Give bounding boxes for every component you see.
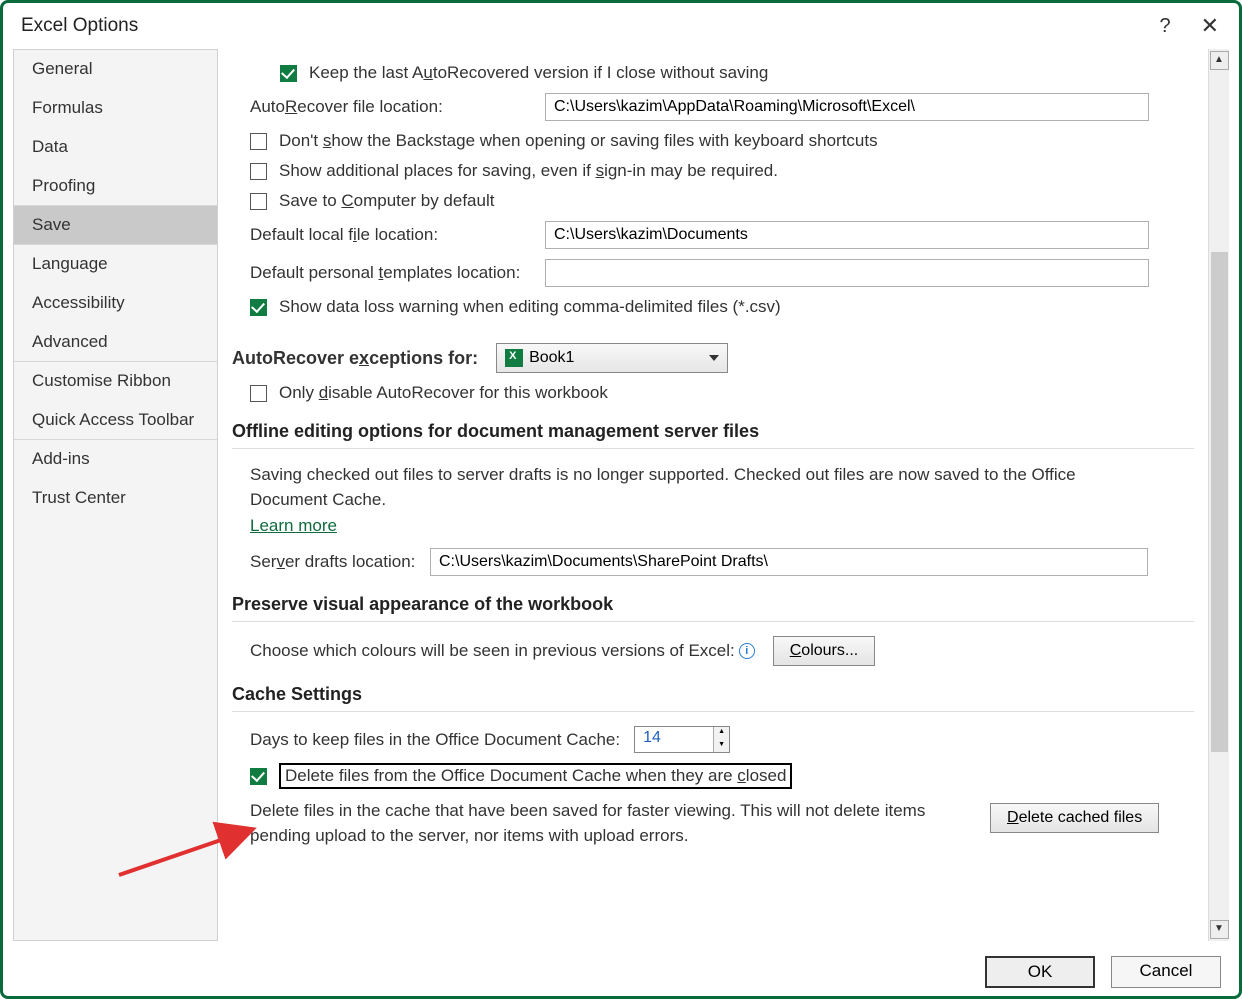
checkbox-save-to-computer[interactable] <box>250 193 267 210</box>
checkbox-delete-cache-on-close[interactable] <box>250 768 267 785</box>
link-learn-more[interactable]: Learn more <box>250 516 337 535</box>
label-default-templates-location: Default personal templates location: <box>250 263 545 283</box>
label-dont-show-backstage: Don't show the Backstage when opening or… <box>279 131 878 151</box>
scroll-track[interactable] <box>1210 72 1229 918</box>
titlebar: Excel Options ? ✕ <box>3 3 1239 49</box>
sidebar-item-formulas[interactable]: Formulas <box>14 89 217 128</box>
sidebar-item-save[interactable]: Save <box>14 206 217 245</box>
label-colours-desc: Choose which colours will be seen in pre… <box>250 641 755 661</box>
label-autorecover-exceptions: AutoRecover exceptions for: <box>232 348 478 369</box>
text-offline-desc: Saving checked out files to server draft… <box>250 463 1150 512</box>
sidebar-item-advanced[interactable]: Advanced <box>14 323 217 362</box>
close-icon[interactable]: ✕ <box>1201 13 1219 39</box>
checkbox-dont-show-backstage[interactable] <box>250 133 267 150</box>
section-offline-editing: Offline editing options for document man… <box>232 421 1194 442</box>
label-delete-cache-on-close: Delete files from the Office Document Ca… <box>279 763 792 789</box>
input-autorecover-location[interactable] <box>545 93 1149 121</box>
dropdown-selected-value: Book1 <box>529 349 574 367</box>
label-default-local-location: Default local file location: <box>250 225 545 245</box>
sidebar-item-customise-ribbon[interactable]: Customise Ribbon <box>14 362 217 401</box>
scrollbar[interactable]: ▲ ▼ <box>1208 49 1229 941</box>
info-icon[interactable]: i <box>739 643 755 659</box>
sidebar-item-quick-access[interactable]: Quick Access Toolbar <box>14 401 217 440</box>
sidebar-item-accessibility[interactable]: Accessibility <box>14 284 217 323</box>
checkbox-show-additional-places[interactable] <box>250 163 267 180</box>
dialog-title: Excel Options <box>21 15 138 37</box>
scroll-up-icon[interactable]: ▲ <box>1210 51 1229 70</box>
sidebar-item-trust-center[interactable]: Trust Center <box>14 479 217 518</box>
section-preserve-visual: Preserve visual appearance of the workbo… <box>232 594 1194 615</box>
label-disable-autorecover-workbook: Only disable AutoRecover for this workbo… <box>279 383 608 403</box>
excel-file-icon <box>505 349 523 367</box>
spinner-up-icon[interactable]: ▲ <box>714 727 729 740</box>
sidebar-item-proofing[interactable]: Proofing <box>14 167 217 206</box>
spinner-days-keep-cache[interactable]: 14 ▲ ▼ <box>634 726 730 753</box>
checkbox-disable-autorecover-workbook[interactable] <box>250 385 267 402</box>
chevron-down-icon <box>709 355 719 361</box>
label-server-drafts-location: Server drafts location: <box>250 552 430 572</box>
content-pane: Keep the last AutoRecovered version if I… <box>218 49 1208 941</box>
sidebar-item-addins[interactable]: Add-ins <box>14 440 217 479</box>
checkbox-keep-last-autorecovered[interactable] <box>280 65 297 82</box>
input-default-templates-location[interactable] <box>545 259 1149 287</box>
sidebar-item-general[interactable]: General <box>14 50 217 89</box>
sidebar-item-data[interactable]: Data <box>14 128 217 167</box>
button-cancel[interactable]: Cancel <box>1111 956 1221 988</box>
button-colours[interactable]: Colours... <box>773 636 875 666</box>
spinner-value: 14 <box>635 727 713 752</box>
scroll-thumb[interactable] <box>1211 252 1228 752</box>
dropdown-autorecover-exceptions[interactable]: Book1 <box>496 343 728 373</box>
spinner-down-icon[interactable]: ▼ <box>714 740 729 753</box>
sidebar-item-language[interactable]: Language <box>14 245 217 284</box>
dialog-footer: OK Cancel <box>985 956 1221 988</box>
label-keep-last-autorecovered: Keep the last AutoRecovered version if I… <box>309 63 768 83</box>
input-server-drafts-location[interactable] <box>430 548 1148 576</box>
checkbox-csv-data-loss-warning[interactable] <box>250 299 267 316</box>
button-ok[interactable]: OK <box>985 956 1095 988</box>
text-delete-cache-desc: Delete files in the cache that have been… <box>250 799 940 848</box>
scroll-down-icon[interactable]: ▼ <box>1210 920 1229 939</box>
input-default-local-location[interactable] <box>545 221 1149 249</box>
label-show-additional-places: Show additional places for saving, even … <box>279 161 778 181</box>
label-days-keep-cache: Days to keep files in the Office Documen… <box>250 730 620 750</box>
label-autorecover-location: AutoRecover file location: <box>250 97 545 117</box>
label-save-to-computer: Save to Computer by default <box>279 191 494 211</box>
sidebar: General Formulas Data Proofing Save Lang… <box>13 49 218 941</box>
section-cache-settings: Cache Settings <box>232 684 1194 705</box>
label-csv-data-loss-warning: Show data loss warning when editing comm… <box>279 297 781 317</box>
help-icon[interactable]: ? <box>1159 15 1170 38</box>
button-delete-cached-files[interactable]: Delete cached files <box>990 803 1159 833</box>
